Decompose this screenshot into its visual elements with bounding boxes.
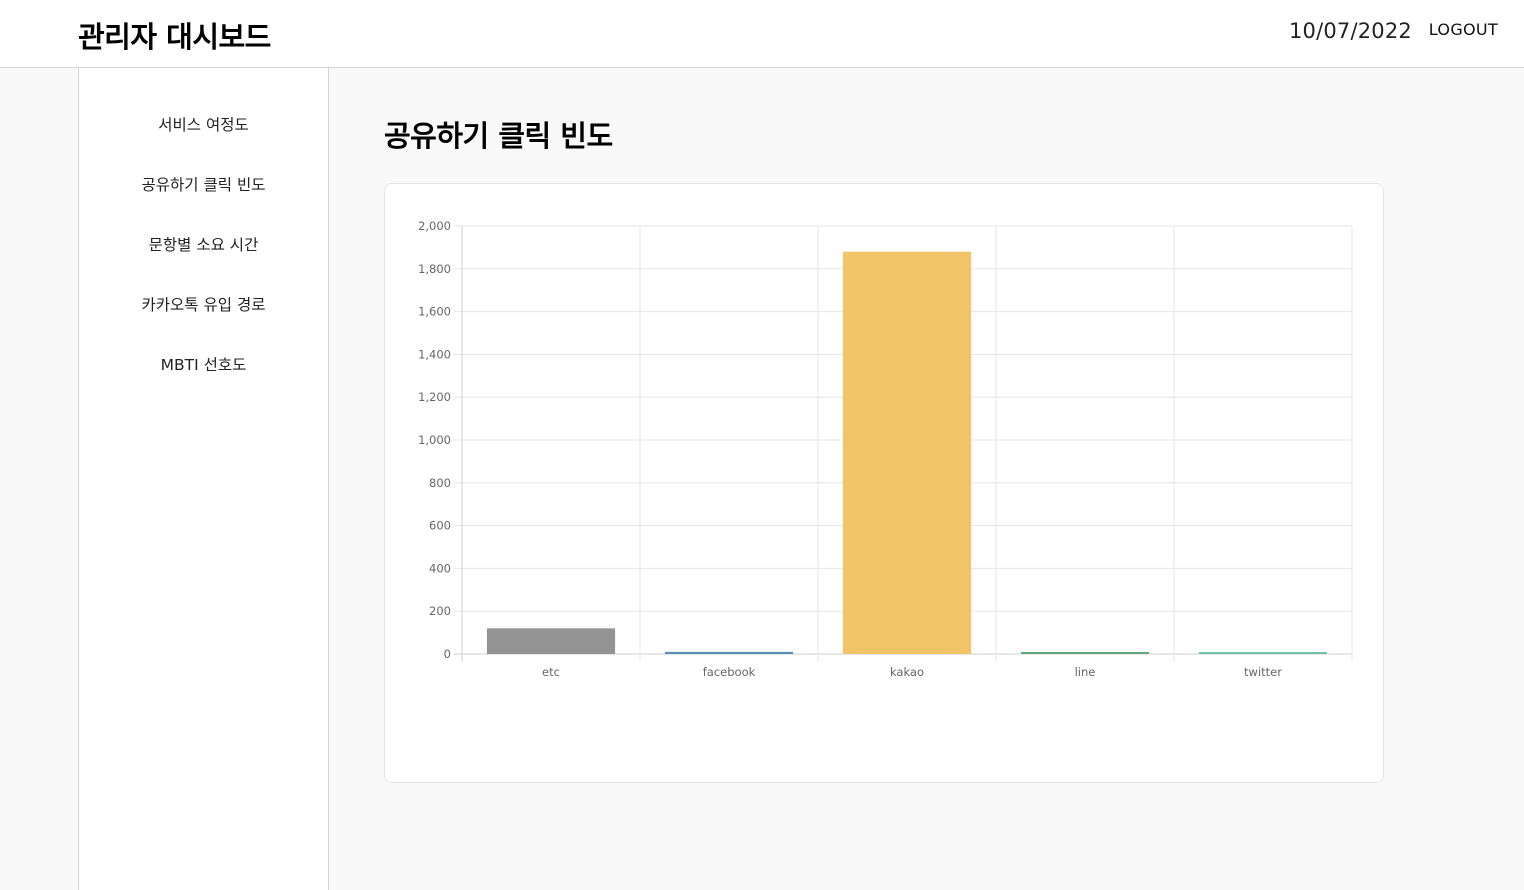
y-tick-label: 600 — [429, 519, 451, 533]
bar-etc — [486, 628, 616, 654]
y-tick-label: 1,800 — [418, 262, 451, 276]
y-tick-label: 1,200 — [418, 390, 451, 404]
top-header: 관리자 대시보드 10/07/2022 LOGOUT — [0, 0, 1524, 68]
header-date: 10/07/2022 — [1288, 19, 1412, 43]
y-tick-label: 400 — [429, 561, 451, 575]
sidebar-item-share-click-frequency[interactable]: 공유하기 클릭 빈도 — [79, 173, 328, 195]
y-tick-label: 0 — [444, 647, 451, 661]
page-title: 공유하기 클릭 빈도 — [384, 119, 613, 153]
sidebar-item-service-journey[interactable]: 서비스 여정도 — [79, 113, 328, 135]
sidebar-item-mbti-preference[interactable]: MBTI 선호도 — [79, 353, 328, 375]
sidebar: 서비스 여정도 공유하기 클릭 빈도 문항별 소요 시간 카카오톡 유입 경로 … — [78, 68, 329, 890]
bar-kakao — [842, 251, 972, 654]
x-tick-label: etc — [542, 665, 560, 679]
x-tick-label: line — [1075, 665, 1096, 679]
bar-line — [1020, 652, 1150, 654]
bar-twitter — [1198, 652, 1328, 654]
y-tick-label: 1,000 — [418, 433, 451, 447]
x-tick-label: facebook — [703, 665, 756, 679]
bar-chart: 0 200 400 600 800 1,000 1,200 1,400 1,600 1,800 2,… — [418, 219, 1353, 679]
sidebar-item-question-time[interactable]: 문항별 소요 시간 — [79, 233, 328, 255]
chart-card: 0 200 400 600 800 1,000 1,200 1,400 1,600 1,800 2,… — [384, 183, 1384, 783]
app-title: 관리자 대시보드 — [78, 20, 271, 54]
y-tick-label: 2,000 — [418, 219, 451, 233]
logout-button[interactable]: LOGOUT — [1429, 20, 1498, 39]
y-tick-label: 1,600 — [418, 305, 451, 319]
x-tick-label: kakao — [890, 665, 924, 679]
y-tick-label: 200 — [429, 604, 451, 618]
bar-facebook — [664, 651, 794, 654]
y-tick-label: 1,400 — [418, 347, 451, 361]
y-tick-label: 800 — [429, 476, 451, 490]
sidebar-item-kakaotalk-inflow[interactable]: 카카오톡 유입 경로 — [79, 293, 328, 315]
x-tick-label: twitter — [1244, 665, 1282, 679]
